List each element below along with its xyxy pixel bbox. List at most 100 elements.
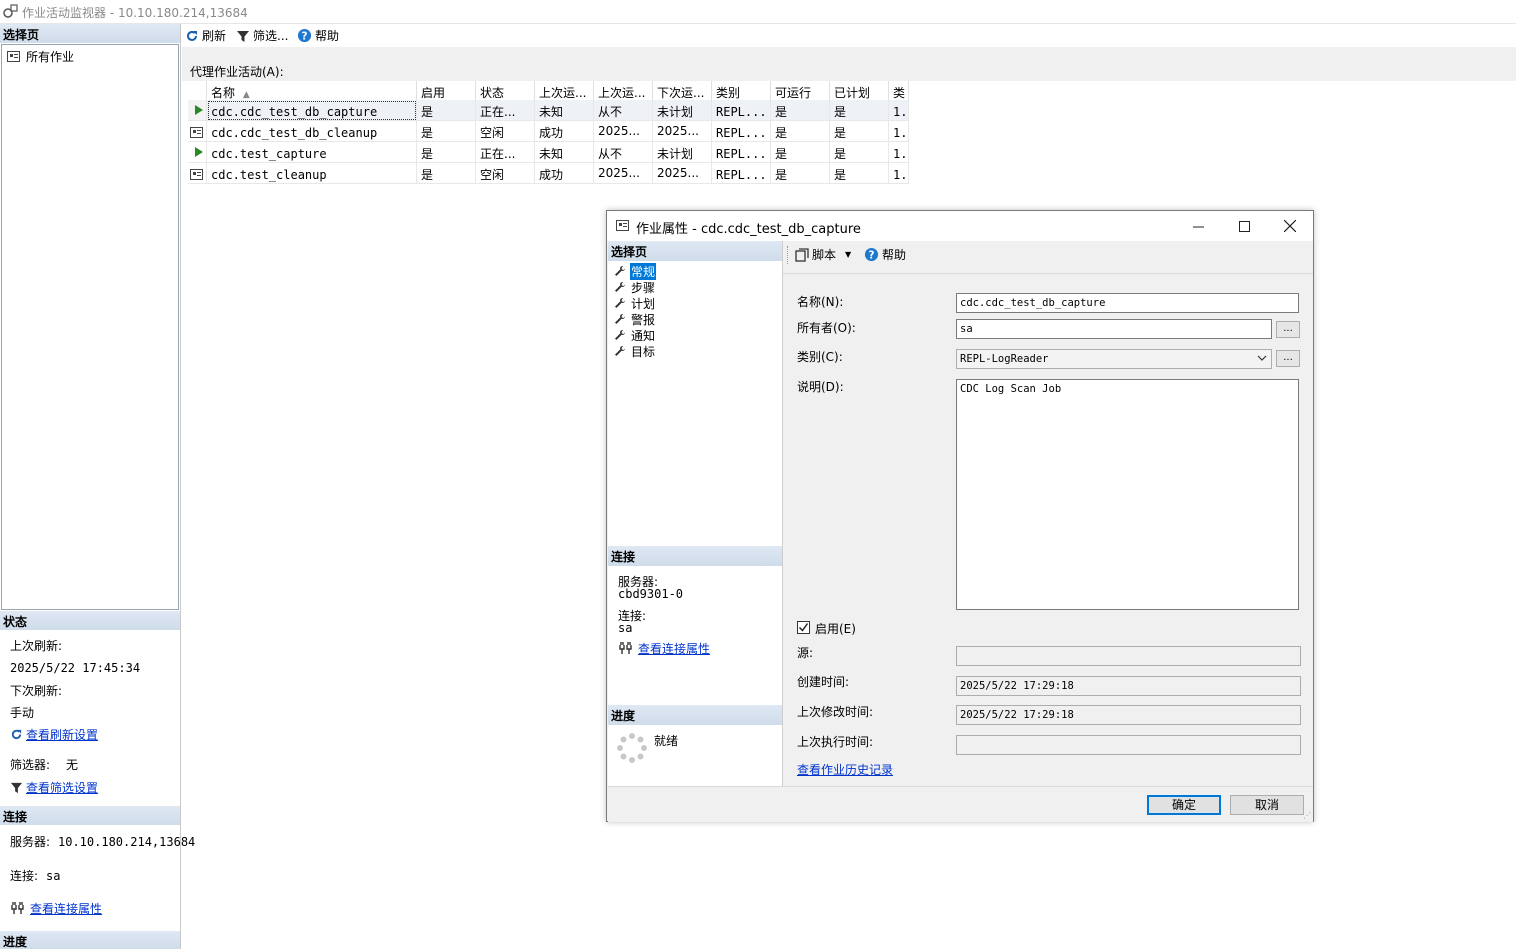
job-monitor-icon xyxy=(3,4,19,18)
col-name-label: 名称 xyxy=(211,86,236,100)
maximize-icon xyxy=(1238,220,1250,232)
minimize-button[interactable] xyxy=(1175,211,1221,241)
close-button[interactable] xyxy=(1267,211,1313,241)
created-field: 2025/5/22 17:29:18 xyxy=(956,676,1301,696)
wrench-icon xyxy=(614,281,626,293)
resize-grip-icon[interactable]: ⋰ xyxy=(1303,811,1311,820)
dialog-select-page-header: 选择页 xyxy=(608,241,782,261)
view-refresh-settings-link[interactable]: 查看刷新设置 xyxy=(26,726,98,743)
help-icon: ? xyxy=(297,28,312,43)
script-button[interactable]: 脚本 ▼ xyxy=(795,246,851,263)
cell-enabled: 是 xyxy=(417,163,476,184)
name-label: 名称(N): xyxy=(797,295,844,309)
col-header-name[interactable]: 名称 ▲ xyxy=(207,81,417,102)
cell-last-outcome: 成功 xyxy=(535,121,594,142)
dialog-left-pane: 选择页 常规 步骤 计划 警报 通知 目标 连接 服务器: cbd9301-0 连接: s… xyxy=(608,241,783,786)
cancel-button[interactable]: 取消 xyxy=(1230,795,1304,815)
col-header-category[interactable]: 类别 xyxy=(712,81,771,102)
page-item-label: 步骤 xyxy=(631,280,656,295)
page-item-targets[interactable]: 目标 xyxy=(614,343,656,359)
name-field[interactable]: cdc.cdc_test_db_capture xyxy=(956,293,1299,313)
col-header-last-run[interactable]: 上次运... xyxy=(594,81,653,102)
cell-next-run: 未计划 xyxy=(653,142,712,163)
page-item-all-jobs[interactable]: 所有作业 xyxy=(7,48,74,65)
col-header-next-run[interactable]: 下次运... xyxy=(653,81,712,102)
table-row[interactable]: cdc.test_capture 是 正在... 未知 从不 未计划 REPL.… xyxy=(188,142,909,163)
view-filter-settings-link[interactable]: 查看筛选设置 xyxy=(26,779,98,796)
ok-button[interactable]: 确定 xyxy=(1147,795,1221,815)
cell-status: 空闲 xyxy=(476,121,535,142)
last-refresh-label: 上次刷新: xyxy=(10,639,63,653)
dialog-progress-header: 进度 xyxy=(608,705,782,725)
svg-text:?: ? xyxy=(302,30,308,42)
main-title-bar: 作业活动监视器 - 10.10.180.214,13684 xyxy=(0,0,1516,24)
page-item-notifications[interactable]: 通知 xyxy=(614,327,656,343)
filter-value: 无 xyxy=(66,758,79,772)
table-row[interactable]: cdc.cdc_test_db_cleanup 是 空闲 成功 2025... … xyxy=(188,121,909,142)
cell-name[interactable]: cdc.cdc_test_db_cleanup xyxy=(207,121,417,142)
dialog-view-connection-row[interactable]: 查看连接属性 xyxy=(618,640,710,657)
page-item-steps[interactable]: 步骤 xyxy=(614,279,656,295)
filter-button[interactable]: 筛选... xyxy=(236,27,288,44)
cell-name[interactable]: cdc.cdc_test_db_capture xyxy=(207,100,417,121)
svg-text:?: ? xyxy=(869,249,875,261)
cell-type: 1. xyxy=(889,163,909,184)
cell-scheduled: 是 xyxy=(830,142,889,163)
col-header-runnable[interactable]: 可运行 xyxy=(771,81,830,102)
col-header-last-outcome[interactable]: 上次运... xyxy=(535,81,594,102)
owner-browse-button[interactable]: ... xyxy=(1276,321,1300,338)
next-refresh-label: 下次刷新: xyxy=(10,684,63,698)
dialog-help-label: 帮助 xyxy=(882,248,907,262)
cell-scheduled: 是 xyxy=(830,100,889,121)
connection-label: 连接: xyxy=(10,869,39,883)
col-header-scheduled[interactable]: 已计划 xyxy=(830,81,889,102)
col-header-type[interactable]: 类 xyxy=(889,81,909,102)
view-filter-settings-row[interactable]: 查看筛选设置 xyxy=(10,779,98,796)
table-row[interactable]: cdc.test_cleanup 是 空闲 成功 2025... 2025...… xyxy=(188,163,909,184)
row-status-cell xyxy=(188,100,207,121)
dialog-button-bar: 确定 取消 ⋰ xyxy=(608,786,1313,822)
cell-status: 正在... xyxy=(476,142,535,163)
page-item-general[interactable]: 常规 xyxy=(614,262,657,280)
created-label: 创建时间: xyxy=(797,675,850,689)
cell-name[interactable]: cdc.test_capture xyxy=(207,142,417,163)
script-label: 脚本 xyxy=(812,248,837,262)
cell-scheduled: 是 xyxy=(830,163,889,184)
cell-type: 1. xyxy=(889,100,909,121)
row-status-cell xyxy=(188,163,207,184)
page-item-label: 通知 xyxy=(631,328,656,343)
col-header-enabled[interactable]: 启用 xyxy=(417,81,476,102)
table-row[interactable]: cdc.cdc_test_db_capture 是 正在... 未知 从不 未计… xyxy=(188,100,909,121)
view-connection-props-row[interactable]: 查看连接属性 xyxy=(10,900,102,917)
dialog-help-button[interactable]: ? 帮助 xyxy=(864,246,906,263)
help-button[interactable]: ? 帮助 xyxy=(297,27,339,44)
description-textarea[interactable]: CDC Log Scan Job xyxy=(956,379,1299,610)
category-label: 类别(C): xyxy=(797,350,843,364)
all-jobs-label: 所有作业 xyxy=(26,50,75,64)
page-item-alerts[interactable]: 警报 xyxy=(614,311,656,327)
refresh-button[interactable]: 刷新 xyxy=(185,27,226,44)
cell-name[interactable]: cdc.test_cleanup xyxy=(207,163,417,184)
cell-enabled: 是 xyxy=(417,142,476,163)
cell-type: 1. xyxy=(889,142,909,163)
category-browse-button[interactable]: ... xyxy=(1276,350,1300,367)
enabled-checkbox[interactable] xyxy=(797,621,810,634)
dialog-title: 作业属性 - cdc.cdc_test_db_capture xyxy=(636,222,861,237)
view-job-history-link[interactable]: 查看作业历史记录 xyxy=(797,761,893,778)
category-select[interactable]: REPL-LogReader xyxy=(956,349,1272,369)
owner-field[interactable]: sa xyxy=(956,319,1272,339)
refresh-icon xyxy=(10,728,23,741)
cell-runnable: 是 xyxy=(771,121,830,142)
cell-category: REPL... xyxy=(712,163,771,184)
grid-header-band xyxy=(182,47,1516,81)
page-item-schedules[interactable]: 计划 xyxy=(614,295,656,311)
cell-last-run: 2025... xyxy=(594,121,653,142)
dropdown-arrow-icon[interactable]: ▼ xyxy=(845,250,851,259)
job-idle-icon xyxy=(190,127,203,138)
view-refresh-settings-row[interactable]: 查看刷新设置 xyxy=(10,726,98,743)
maximize-button[interactable] xyxy=(1221,211,1267,241)
view-connection-props-link[interactable]: 查看连接属性 xyxy=(30,900,102,917)
col-header-status[interactable]: 状态 xyxy=(476,81,535,102)
help-icon: ? xyxy=(864,247,879,262)
dialog-view-connection-props-link[interactable]: 查看连接属性 xyxy=(638,640,710,657)
